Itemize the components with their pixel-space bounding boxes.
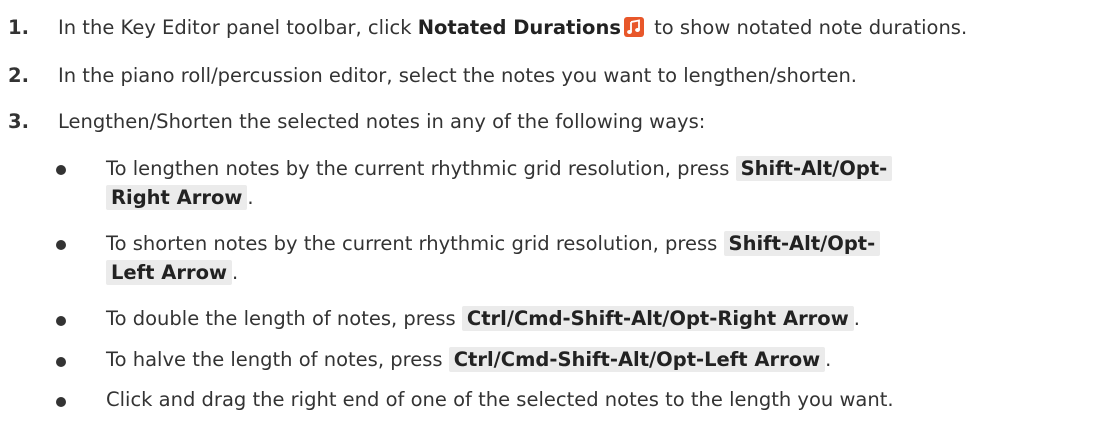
list-item-text: To double the length of notes, press xyxy=(106,307,462,330)
list-item-punct: . xyxy=(231,261,239,284)
list-item-punct: . xyxy=(853,307,860,330)
list-item: To lengthen notes by the current rhythmi… xyxy=(106,154,893,212)
shortcut-key: Right Arrow xyxy=(106,185,248,210)
list-item: To shorten notes by the current rhythmic… xyxy=(106,229,881,287)
shortcut-key: Left Arrow xyxy=(106,260,232,285)
list-item: To double the length of notes, press Ctr… xyxy=(106,304,860,333)
note-icon xyxy=(623,17,644,37)
list-item-text: To halve the length of notes, press xyxy=(106,348,449,371)
bullet-icon xyxy=(56,165,66,175)
list-item-punct: . xyxy=(825,348,832,371)
list-item: Click and drag the right end of one of t… xyxy=(106,385,894,414)
step-text: In the piano roll/percussion editor, sel… xyxy=(58,64,857,87)
list-item-text: To lengthen notes by the current rhythmi… xyxy=(106,157,736,180)
step-text-pre: In the Key Editor panel toolbar, click xyxy=(58,16,418,39)
shortcut-key: Shift-Alt/Opt- xyxy=(735,156,893,181)
procedure: 1. In the Key Editor panel toolbar, clic… xyxy=(0,0,1093,426)
list-item-text: To shorten notes by the current rhythmic… xyxy=(106,232,724,255)
step-number: 2. xyxy=(8,64,29,87)
list-item: To halve the length of notes, press Ctrl… xyxy=(106,345,831,374)
shortcut-key: Shift-Alt/Opt- xyxy=(723,231,881,256)
step-number: 3. xyxy=(8,110,29,133)
bullet-icon xyxy=(56,397,66,407)
bullet-icon xyxy=(56,357,66,367)
notated-durations-label: Notated Durations xyxy=(417,16,621,39)
bullet-icon xyxy=(56,316,66,326)
step-text-post: to show notated note durations. xyxy=(647,16,968,39)
shortcut-key: Ctrl/Cmd-Shift-Alt/Opt-Right Arrow xyxy=(461,306,854,331)
list-item-punct: . xyxy=(247,186,254,209)
step-text: Lengthen/Shorten the selected notes in a… xyxy=(58,110,706,133)
step-number: 1. xyxy=(8,16,29,39)
bullet-icon xyxy=(56,240,66,250)
step-text: In the Key Editor panel toolbar, click N… xyxy=(58,16,967,39)
list-item-text: Click and drag the right end of one of t… xyxy=(106,388,894,411)
shortcut-key: Ctrl/Cmd-Shift-Alt/Opt-Left Arrow xyxy=(448,347,826,372)
